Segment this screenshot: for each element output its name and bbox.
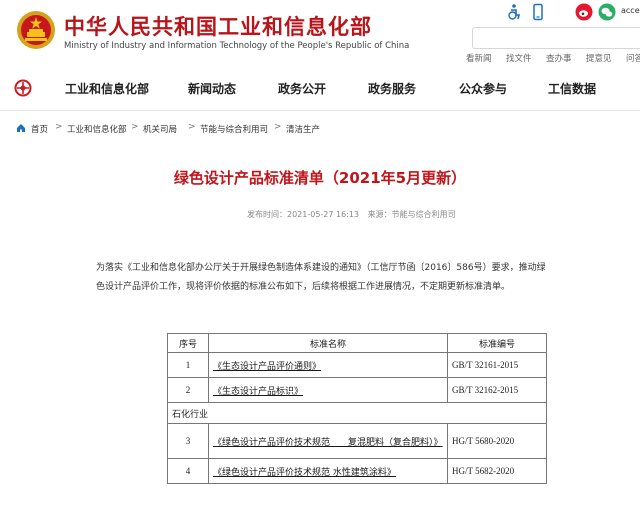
breadcrumb-home[interactable]: 首页 xyxy=(31,123,48,135)
row-code: GB/T 32161-2015 xyxy=(447,352,547,378)
access-link[interactable]: access xyxy=(621,6,640,15)
quick-link-qa[interactable]: 问答室 xyxy=(626,52,640,64)
breadcrumb-ministry[interactable]: 工业和信息化部 xyxy=(67,123,127,135)
table-row: 3 《绿色设计产品评价技术规范 复混肥料（复合肥料）》 HG/T 5680-20… xyxy=(167,423,547,459)
header-name: 标准名称 xyxy=(208,333,448,353)
article-title: 绿色设计产品标准清单（2021年5月更新） xyxy=(173,169,467,187)
row-no: 2 xyxy=(167,377,209,403)
table-header-row: 序号 标准名称 标准编号 xyxy=(167,333,547,353)
weibo-icon[interactable] xyxy=(575,3,593,21)
breadcrumb-department[interactable]: 节能与综合利用司 xyxy=(200,123,268,135)
quick-link-feedback[interactable]: 提意见 xyxy=(586,52,612,64)
table-row: 4 《绿色设计产品评价技术规范 水性建筑涂料》 HG/T 5682-2020 xyxy=(167,458,547,484)
breadcrumb-separator: > xyxy=(131,122,139,132)
table-row: 2 《生态设计产品标识》 GB/T 32162-2015 xyxy=(167,377,547,403)
standard-link[interactable]: 《绿色设计产品评价技术规范 水性建筑涂料》 xyxy=(213,468,396,478)
nav-item-public[interactable]: 公众参与 xyxy=(459,80,507,97)
standard-link[interactable]: 《绿色设计产品评价技术规范 复混肥料（复合肥料）》 xyxy=(213,438,443,448)
row-name: 《绿色设计产品评价技术规范 复混肥料（复合肥料）》 xyxy=(208,423,448,459)
article-source: 来源：节能与综合利用司 xyxy=(367,210,456,219)
accessibility-icon[interactable] xyxy=(505,3,523,21)
row-name: 《生态设计产品评价通则》 xyxy=(208,352,448,378)
home-icon xyxy=(17,124,25,132)
nav-item-ministry[interactable]: 工业和信息化部 xyxy=(65,80,149,97)
quick-link-services[interactable]: 查办事 xyxy=(546,52,572,64)
standards-table: 序号 标准名称 标准编号 1 《生态设计产品评价通则》 GB/T 32161-2… xyxy=(167,333,547,484)
nav-item-data[interactable]: 工信数据 xyxy=(548,80,596,97)
search-input[interactable] xyxy=(472,27,640,49)
miit-logo-icon xyxy=(14,79,32,97)
row-name: 《绿色设计产品评价技术规范 水性建筑涂料》 xyxy=(208,458,448,484)
row-code: HG/T 5680-2020 xyxy=(447,423,547,459)
site-header: 中华人民共和国工业和信息化部 Ministry of Industry and … xyxy=(0,0,640,65)
nav-item-gov-affairs[interactable]: 政务公开 xyxy=(278,80,326,97)
standard-link[interactable]: 《生态设计产品标识》 xyxy=(213,387,303,397)
wechat-icon[interactable] xyxy=(598,3,616,21)
mobile-icon[interactable] xyxy=(529,3,547,21)
breadcrumb-separator: > xyxy=(55,122,63,132)
table-row: 1 《生态设计产品评价通则》 GB/T 32161-2015 xyxy=(167,352,547,378)
table-section-row: 石化行业 xyxy=(167,402,547,424)
row-name: 《生态设计产品标识》 xyxy=(208,377,448,403)
site-subtitle: Ministry of Industry and Information Tec… xyxy=(64,41,410,51)
row-no: 1 xyxy=(167,352,209,378)
row-code: HG/T 5682-2020 xyxy=(447,458,547,484)
standard-link[interactable]: 《生态设计产品评价通则》 xyxy=(213,362,321,372)
main-nav: 工业和信息化部 新闻动态 政务公开 政务服务 公众参与 工信数据 xyxy=(0,65,640,111)
row-no: 3 xyxy=(167,423,209,459)
quick-link-files[interactable]: 找文件 xyxy=(506,52,532,64)
article-intro: 为落实《工业和信息化部办公厅关于开展绿色制造体系建设的通知》（工信厅节函〔201… xyxy=(96,263,546,292)
national-emblem-icon xyxy=(17,11,55,49)
publish-time: 发布时间：2021-05-27 16:13 xyxy=(247,210,360,219)
quick-link-news[interactable]: 看新闻 xyxy=(466,52,492,64)
breadcrumb-clean-production[interactable]: 清洁生产 xyxy=(286,123,320,135)
header-code: 标准编号 xyxy=(447,333,547,353)
row-no: 4 xyxy=(167,458,209,484)
breadcrumb-bureaus[interactable]: 机关司局 xyxy=(143,123,177,135)
nav-item-gov-services[interactable]: 政务服务 xyxy=(368,80,416,97)
section-label: 石化行业 xyxy=(167,402,547,424)
nav-item-news[interactable]: 新闻动态 xyxy=(188,80,236,97)
breadcrumb-separator: > xyxy=(274,122,282,132)
header-no: 序号 xyxy=(167,333,209,353)
article-meta: 发布时间：2021-05-27 16:13 来源：节能与综合利用司 xyxy=(247,209,462,220)
row-code: GB/T 32162-2015 xyxy=(447,377,547,403)
site-title: 中华人民共和国工业和信息化部 xyxy=(64,15,372,39)
breadcrumb-separator: > xyxy=(188,122,196,132)
